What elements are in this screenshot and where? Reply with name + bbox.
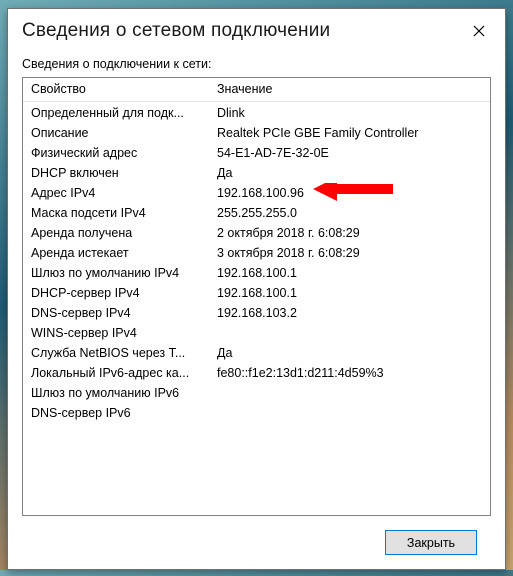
dialog-window: Сведения о сетевом подключении Сведения …	[7, 8, 506, 570]
value-cell: 192.168.100.1	[213, 283, 490, 303]
property-cell: Маска подсети IPv4	[23, 203, 213, 223]
table-row[interactable]: Адрес IPv4192.168.100.96	[23, 183, 490, 203]
table-row[interactable]: WINS-сервер IPv4	[23, 323, 490, 343]
button-row: Закрыть	[22, 516, 491, 569]
list-header-row: Свойство Значение	[23, 78, 490, 102]
property-cell: Физический адрес	[23, 143, 213, 163]
property-cell: Адрес IPv4	[23, 183, 213, 203]
property-cell: Шлюз по умолчанию IPv6	[23, 383, 213, 403]
header-value[interactable]: Значение	[213, 82, 490, 96]
table-row[interactable]: Аренда получена2 октября 2018 г. 6:08:29	[23, 223, 490, 243]
property-cell: Локальный IPv6-адрес ка...	[23, 363, 213, 383]
table-row[interactable]: Служба NetBIOS через T...Да	[23, 343, 490, 363]
table-row[interactable]: DHCP-сервер IPv4192.168.100.1	[23, 283, 490, 303]
value-cell: fe80::f1e2:13d1:d211:4d59%3	[213, 363, 490, 383]
property-cell: DHCP включен	[23, 163, 213, 183]
value-cell	[213, 383, 490, 403]
close-button[interactable]: Закрыть	[385, 530, 477, 555]
property-cell: DHCP-сервер IPv4	[23, 283, 213, 303]
property-cell: WINS-сервер IPv4	[23, 323, 213, 343]
value-cell: 3 октября 2018 г. 6:08:29	[213, 243, 490, 263]
value-cell: 192.168.100.96	[213, 183, 490, 203]
value-cell	[213, 403, 490, 423]
value-cell: Да	[213, 163, 490, 183]
dialog-content: Сведения о подключении к сети: Свойство …	[8, 51, 505, 569]
arrow-annotation-icon	[313, 183, 393, 203]
value-cell: 2 октября 2018 г. 6:08:29	[213, 223, 490, 243]
property-cell: Описание	[23, 123, 213, 143]
table-row[interactable]: Шлюз по умолчанию IPv4192.168.100.1	[23, 263, 490, 283]
property-cell: DNS-сервер IPv4	[23, 303, 213, 323]
value-cell: 192.168.100.1	[213, 263, 490, 283]
dialog-title: Сведения о сетевом подключении	[22, 20, 330, 42]
property-cell: Аренда получена	[23, 223, 213, 243]
list-rows: Определенный для подк...DlinkОписаниеRea…	[23, 102, 490, 515]
property-cell: Служба NetBIOS через T...	[23, 343, 213, 363]
table-row[interactable]: Шлюз по умолчанию IPv6	[23, 383, 490, 403]
subheading: Сведения о подключении к сети:	[22, 57, 491, 71]
value-cell: Да	[213, 343, 490, 363]
table-row[interactable]: Аренда истекает3 октября 2018 г. 6:08:29	[23, 243, 490, 263]
table-row[interactable]: Физический адрес54-E1-AD-7E-32-0E	[23, 143, 490, 163]
value-cell: Realtek PCIe GBE Family Controller	[213, 123, 490, 143]
header-property[interactable]: Свойство	[23, 82, 213, 96]
table-row[interactable]: Локальный IPv6-адрес ка...fe80::f1e2:13d…	[23, 363, 490, 383]
value-cell: 192.168.103.2	[213, 303, 490, 323]
table-row[interactable]: DHCP включенДа	[23, 163, 490, 183]
table-row[interactable]: ОписаниеRealtek PCIe GBE Family Controll…	[23, 123, 490, 143]
details-list: Свойство Значение Определенный для подк.…	[22, 77, 491, 516]
close-icon[interactable]	[465, 17, 493, 45]
property-cell: Аренда истекает	[23, 243, 213, 263]
property-cell: DNS-сервер IPv6	[23, 403, 213, 423]
value-cell: Dlink	[213, 103, 490, 123]
value-cell: 255.255.255.0	[213, 203, 490, 223]
table-row[interactable]: Маска подсети IPv4255.255.255.0	[23, 203, 490, 223]
table-row[interactable]: DNS-сервер IPv4192.168.103.2	[23, 303, 490, 323]
titlebar: Сведения о сетевом подключении	[8, 9, 505, 51]
property-cell: Шлюз по умолчанию IPv4	[23, 263, 213, 283]
table-row[interactable]: DNS-сервер IPv6	[23, 403, 490, 423]
property-cell: Определенный для подк...	[23, 103, 213, 123]
value-cell	[213, 323, 490, 343]
value-cell: 54-E1-AD-7E-32-0E	[213, 143, 490, 163]
table-row[interactable]: Определенный для подк...Dlink	[23, 103, 490, 123]
